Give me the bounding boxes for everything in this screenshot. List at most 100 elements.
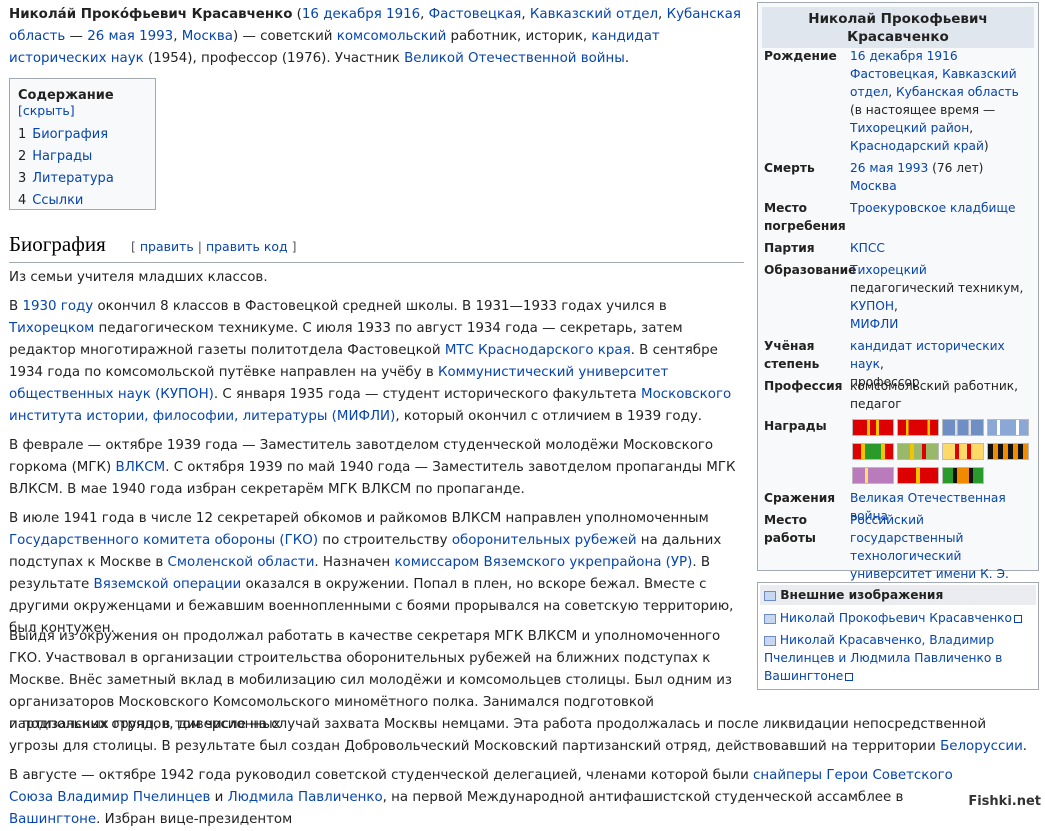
text: .: [624, 51, 630, 66]
ribbon-medal[interactable]: [852, 467, 894, 484]
link-death-place[interactable]: Москва: [850, 179, 897, 193]
link-birth-place-1[interactable]: Фастовецкая: [429, 7, 522, 22]
link-1930[interactable]: 1930 году: [22, 299, 93, 314]
link-tikhoretsky[interactable]: Тихорецкий: [850, 263, 927, 277]
link-kupon[interactable]: КУПОН: [850, 299, 894, 313]
link-pchelintsev[interactable]: Владимир Пчелинцев: [57, 790, 210, 805]
edit-link[interactable]: править: [140, 239, 194, 254]
paragraph-6: В августе — октябре 1942 года руководил …: [9, 765, 989, 831]
external-images-title: Внешние изображения: [780, 588, 944, 602]
external-link-icon: [1013, 614, 1022, 623]
link-birth-place-3[interactable]: Кубанская область: [896, 85, 1019, 99]
ribbon-order[interactable]: [942, 419, 984, 436]
infobox-label: Место работы: [764, 513, 816, 545]
text: ]: [287, 239, 297, 254]
text: (1954), профессор (1976). Участник: [143, 51, 405, 66]
text: по строительству: [318, 533, 452, 548]
text: —: [65, 29, 88, 44]
link-war[interactable]: Великой Отечественной войны: [404, 51, 625, 66]
external-image-link[interactable]: Николай Красавченко, Владимир Пчелинцев …: [764, 633, 1002, 683]
link-belarus[interactable]: Белоруссии: [940, 739, 1023, 754]
link-death-date[interactable]: 26 мая 1993: [850, 161, 928, 175]
infobox-value: 16 декабря 1916 Фастовецкая, Кавказский о…: [850, 49, 1019, 153]
link-vlksm[interactable]: ВЛКСМ: [116, 460, 166, 475]
edit-source-link[interactable]: править код: [206, 239, 288, 254]
link-birth-place-1[interactable]: Фастовецкая: [850, 67, 934, 81]
link-snipers[interactable]: снайперы: [753, 768, 822, 783]
toc-item[interactable]: 2 Награды: [18, 146, 147, 168]
toc-item[interactable]: 3 Литература: [18, 168, 147, 190]
infobox-value: 26 мая 1993 (76 лет) Москва: [850, 159, 1034, 195]
text: и: [210, 790, 228, 805]
external-image-item[interactable]: Николай Красавченко, Владимир Пчелинцев …: [764, 631, 1014, 685]
link-death-date[interactable]: 26 мая 1993: [87, 29, 173, 44]
ribbon-order-of-lenin[interactable]: [852, 419, 894, 436]
text: . Избран вице-президентом: [96, 812, 293, 827]
external-image-item[interactable]: Николай Прокофьевич Красавченко: [764, 609, 1034, 627]
ribbon-medal-victory[interactable]: [987, 443, 1029, 460]
image-icon: [764, 613, 776, 624]
link-vyazma-commissar[interactable]: комиссаром Вяземского укрепрайона (УР): [394, 555, 692, 570]
external-link-icon: [845, 672, 854, 681]
toc-title: Содержание: [18, 88, 114, 103]
ribbon-medal[interactable]: [942, 443, 984, 460]
link-birth-date[interactable]: 16 декабря 1916: [302, 7, 420, 22]
infobox-label: Партия: [764, 241, 815, 255]
link-smolensk[interactable]: Смоленской области: [168, 555, 315, 570]
link-pavlichenko[interactable]: Людмила Павличенко: [228, 790, 383, 805]
link-mifli[interactable]: МИФЛИ: [850, 317, 898, 331]
toc-item[interactable]: 4 Ссылки: [18, 190, 147, 212]
link-tikhoretsky[interactable]: Тихорецком: [9, 321, 94, 336]
toc-link-awards[interactable]: Награды: [32, 149, 92, 164]
paragraph-2: В 1930 году окончил 8 классов в Фастовец…: [9, 296, 745, 428]
external-images-header: Внешние изображения: [760, 585, 1036, 605]
toc-title-row: Содержание [скрыть]: [18, 88, 147, 119]
text: ,: [173, 29, 182, 44]
toc-item[interactable]: 1 Биография: [18, 124, 147, 146]
ribbon-medal[interactable]: [897, 467, 939, 484]
link-vyazma-operation[interactable]: Вяземской операции: [94, 577, 242, 592]
infobox-value: Троекуровское кладбище: [850, 199, 1034, 217]
text: работник, историк,: [446, 29, 592, 44]
toc-number: 3: [18, 171, 27, 186]
infobox-label: Образование: [764, 263, 857, 277]
link-komsomol[interactable]: комсомольский: [337, 29, 447, 44]
ribbon-order[interactable]: [987, 419, 1029, 436]
external-image-link[interactable]: Николай Прокофьевич Красавченко: [780, 611, 1012, 625]
link-tikhoretsky-district[interactable]: Тихорецкий район: [850, 121, 969, 135]
article-subject-name: Никола́й Проко́фьевич Красавченко: [9, 7, 293, 22]
link-death-place[interactable]: Москва: [182, 29, 233, 44]
image-icon: [764, 635, 776, 646]
link-birth-place-2[interactable]: Кавказский отдел: [530, 7, 658, 22]
text: , на первой Международной антифашистской…: [382, 790, 904, 805]
text: В: [9, 299, 23, 314]
text: ,: [658, 7, 667, 22]
paragraph-4: В июле 1941 года в числе 12 секретарей о…: [9, 508, 745, 640]
toc-link-links[interactable]: Ссылки: [32, 193, 83, 208]
text: . Назначен: [314, 555, 395, 570]
ribbon-medal[interactable]: [942, 467, 984, 484]
link-gko[interactable]: Государственного комитета обороны (ГКО): [9, 533, 318, 548]
ribbon-order[interactable]: [897, 419, 939, 436]
link-krasnodar-krai[interactable]: Краснодарский край: [850, 139, 984, 153]
text: и подпольных групп, в том числе на случа…: [9, 717, 987, 754]
paragraph-1: Из семьи учителя младших классов.: [9, 270, 268, 285]
link-cemetery[interactable]: Троекуровское кладбище: [850, 201, 1015, 215]
link-defensive-lines[interactable]: оборонительных рубежей: [452, 533, 637, 548]
toc-link-literature[interactable]: Литература: [32, 171, 114, 186]
link-mts[interactable]: МТС Краснодарского края: [445, 343, 631, 358]
text: В августе — октябре 1942 года руководил …: [9, 768, 754, 783]
text: [: [131, 239, 140, 254]
section-heading-biography: Биография [ править | править код ]: [9, 232, 744, 263]
toc-hide-link[interactable]: [скрыть]: [18, 103, 75, 118]
toc-link-biography[interactable]: Биография: [32, 127, 108, 142]
link-degree[interactable]: кандидат исторических наук: [850, 339, 1005, 371]
link-birth-date[interactable]: 16 декабря 1916: [850, 49, 958, 63]
infobox: Николай Прокофьевич Красавченко Рождение…: [757, 2, 1039, 599]
text: , который окончил с отличием в 1939 году…: [395, 409, 703, 424]
ribbon-medal[interactable]: [852, 443, 894, 460]
link-washington[interactable]: Вашингтоне: [9, 812, 96, 827]
ribbon-medal[interactable]: [897, 443, 939, 460]
text: . С января 1935 года — студент историчес…: [213, 387, 642, 402]
link-party[interactable]: КПСС: [850, 241, 885, 255]
